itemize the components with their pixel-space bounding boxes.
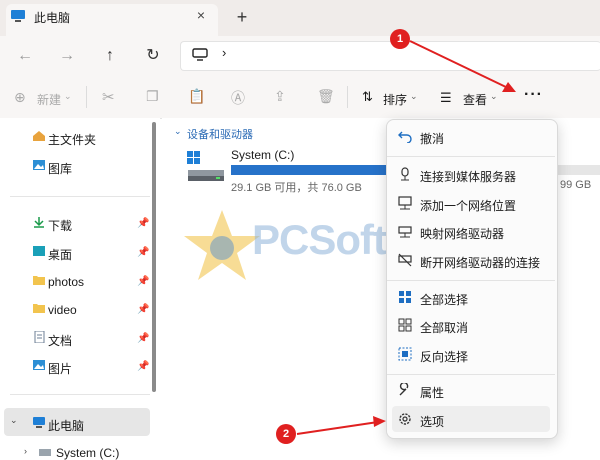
menu-item-connect-media-server[interactable]: 连接到媒体服务器 <box>420 168 516 185</box>
map-drive-icon <box>398 226 412 238</box>
close-tab-icon[interactable]: × <box>192 6 210 24</box>
sort-button[interactable]: 排序 <box>383 91 407 111</box>
annotation-badge-1: 1 <box>390 29 410 49</box>
windows-drive-icon <box>187 151 224 181</box>
chevron-down-icon: ⌄ <box>64 91 72 101</box>
undo-icon <box>398 131 412 143</box>
pin-icon: 📌 <box>137 218 150 229</box>
rename-icon[interactable]: Ⓐ <box>231 88 245 108</box>
more-options-button[interactable]: ··· <box>524 86 543 106</box>
new-tab-button[interactable]: + <box>232 6 252 28</box>
refresh-icon[interactable]: ↻ <box>140 43 166 69</box>
home-icon <box>33 131 45 141</box>
toolbar-divider <box>86 86 87 108</box>
sidebar-item-video[interactable]: video <box>48 303 77 317</box>
command-bar <box>0 76 600 119</box>
share-icon[interactable]: ⇪ <box>274 88 286 108</box>
document-icon <box>34 331 45 343</box>
options-icon <box>399 413 411 425</box>
sidebar-item-desktop[interactable]: 桌面 <box>48 246 72 263</box>
menu-divider <box>387 156 555 157</box>
delete-icon[interactable]: 🗑 <box>317 88 335 108</box>
sidebar-scrollbar[interactable] <box>152 122 156 392</box>
sidebar-item-downloads[interactable]: 下载 <box>48 217 72 234</box>
network-location-icon <box>398 196 412 210</box>
gallery-icon <box>33 160 45 170</box>
menu-item-options[interactable]: 选项 <box>420 413 444 430</box>
folder-icon <box>33 276 45 285</box>
view-icon: ☰ <box>440 90 452 105</box>
tab-title: 此电脑 <box>34 11 71 25</box>
menu-item-map-network-drive[interactable]: 映射网络驱动器 <box>420 225 504 242</box>
breadcrumb-chevron[interactable]: › <box>222 45 226 60</box>
properties-icon <box>399 383 409 396</box>
pin-icon: 📌 <box>137 304 150 315</box>
menu-item-select-none[interactable]: 全部取消 <box>420 319 468 336</box>
sidebar-divider <box>10 394 150 395</box>
address-bar[interactable] <box>180 41 600 71</box>
paste-icon[interactable]: 📋 <box>188 88 205 108</box>
forward-arrow-icon[interactable]: → <box>54 43 80 69</box>
menu-item-highlight <box>392 406 550 432</box>
sidebar-item-system-c[interactable]: System (C:) <box>56 446 119 460</box>
toolbar-divider <box>347 86 348 108</box>
menu-divider <box>387 374 555 375</box>
picture-icon <box>33 360 45 370</box>
new-button[interactable]: 新建 <box>37 91 61 111</box>
new-icon: ⊕ <box>14 89 26 105</box>
pin-icon: 📌 <box>137 361 150 372</box>
menu-item-select-all[interactable]: 全部选择 <box>420 291 468 308</box>
select-none-icon <box>398 318 412 332</box>
view-button[interactable]: 查看 <box>463 91 487 111</box>
pin-icon: 📌 <box>137 276 150 287</box>
menu-item-disconnect-network-drive[interactable]: 断开网络驱动器的连接 <box>420 254 540 271</box>
sidebar-item-home[interactable]: 主文件夹 <box>48 131 96 148</box>
up-arrow-icon[interactable]: ↑ <box>97 43 123 69</box>
menu-divider <box>387 280 555 281</box>
chevron-down-icon[interactable]: ⌄ <box>10 415 18 426</box>
sidebar-item-gallery[interactable]: 图库 <box>48 160 72 177</box>
sidebar-item-this-pc[interactable]: 此电脑 <box>48 417 84 434</box>
annotation-badge-2: 2 <box>276 424 296 444</box>
computer-icon <box>11 10 25 22</box>
download-icon <box>34 217 44 228</box>
drive-free-space: 29.1 GB 可用，共 76.0 GB <box>231 182 362 194</box>
pin-icon: 📌 <box>137 333 150 344</box>
back-arrow-icon[interactable]: ← <box>12 43 38 69</box>
sort-icon: ⇅ <box>362 89 373 104</box>
sidebar-item-photos[interactable]: photos <box>48 275 84 289</box>
menu-item-undo[interactable]: 撤消 <box>420 130 444 147</box>
monitor-icon <box>192 48 208 61</box>
chevron-down-icon[interactable]: ⌄ <box>174 126 182 137</box>
menu-item-add-network-location[interactable]: 添加一个网络位置 <box>420 197 516 214</box>
chevron-down-icon: ⌄ <box>410 91 418 101</box>
select-all-icon <box>399 291 411 303</box>
group-header-devices[interactable]: 设备和驱动器 <box>187 126 253 142</box>
chevron-down-icon: ⌄ <box>490 91 498 101</box>
disconnect-drive-icon <box>398 253 412 267</box>
sidebar-item-pictures[interactable]: 图片 <box>48 360 72 377</box>
watermark-star-logo <box>184 210 260 280</box>
sidebar-item-documents[interactable]: 文档 <box>48 332 72 349</box>
desktop-icon <box>33 246 45 256</box>
cut-icon[interactable]: ✂ <box>102 88 115 108</box>
sidebar-divider <box>10 196 150 197</box>
media-server-icon <box>401 167 409 181</box>
drive-icon <box>39 449 51 456</box>
menu-item-properties[interactable]: 属性 <box>420 384 444 401</box>
pin-icon: 📌 <box>137 247 150 258</box>
invert-selection-icon <box>398 347 412 361</box>
computer-icon <box>33 417 45 428</box>
folder-icon <box>33 304 45 313</box>
drive-size-partial: 99 GB <box>560 179 592 191</box>
drive-name[interactable]: System (C:) <box>231 148 294 162</box>
menu-item-invert-selection[interactable]: 反向选择 <box>420 348 468 365</box>
copy-icon[interactable]: ❐ <box>146 88 159 108</box>
